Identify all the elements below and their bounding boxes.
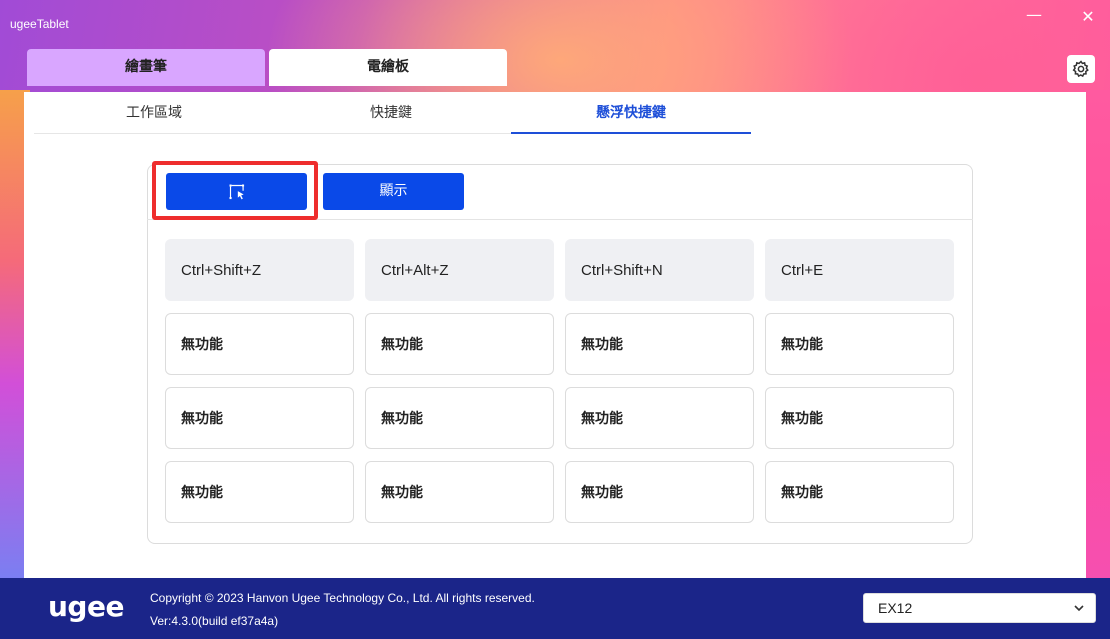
shortcut-slot[interactable]: Ctrl+Shift+N [565,239,754,301]
shortcut-slot[interactable]: Ctrl+Alt+Z [365,239,554,301]
sub-tab-bar: 工作區域 快捷鍵 懸浮快捷鍵 [24,92,1086,134]
close-button[interactable]: ✕ [1078,8,1098,26]
shortcut-slot[interactable]: Ctrl+Shift+Z [165,239,354,301]
tab-work-area[interactable]: 工作區域 [34,92,274,134]
shortcut-slot[interactable]: 無功能 [765,387,954,449]
shortcut-slot[interactable]: Ctrl+E [765,239,954,301]
display-button[interactable]: 顯示 [323,173,464,210]
shortcut-slot[interactable]: 無功能 [365,387,554,449]
device-select[interactable]: EX12 [863,593,1096,623]
selection-highlight [152,161,318,220]
shortcut-slot[interactable]: 無功能 [565,313,754,375]
gear-icon [1072,60,1089,78]
tab-tablet[interactable]: 電繪板 [269,49,507,86]
app-title: ugeeTablet [10,17,69,31]
copyright-text: Copyright © 2023 Hanvon Ugee Technology … [150,591,535,605]
shortcut-slot[interactable]: 無功能 [565,461,754,523]
device-select-value: EX12 [878,600,913,616]
chevron-down-icon [1073,594,1085,632]
shortcut-slot[interactable]: 無功能 [165,313,354,375]
tab-pen[interactable]: 繪畫筆 [27,49,265,86]
shortcut-slot[interactable]: 無功能 [365,461,554,523]
shortcut-slot[interactable]: 無功能 [565,387,754,449]
ugee-logo: ugee [48,590,124,623]
shortcut-slot[interactable]: 無功能 [165,461,354,523]
title-bar: ugeeTablet — ✕ [0,0,1110,40]
tab-floating-shortcuts[interactable]: 懸浮快捷鍵 [511,92,751,134]
shortcut-slot[interactable]: 無功能 [165,387,354,449]
settings-button[interactable] [1067,55,1095,83]
shortcut-slot[interactable]: 無功能 [765,461,954,523]
tab-shortcut-keys[interactable]: 快捷鍵 [271,92,511,134]
minimize-button[interactable]: — [1024,7,1044,26]
shortcut-slot[interactable]: 無功能 [765,313,954,375]
shortcut-slot[interactable]: 無功能 [365,313,554,375]
version-text: Ver:4.3.0(build ef37a4a) [150,614,279,628]
